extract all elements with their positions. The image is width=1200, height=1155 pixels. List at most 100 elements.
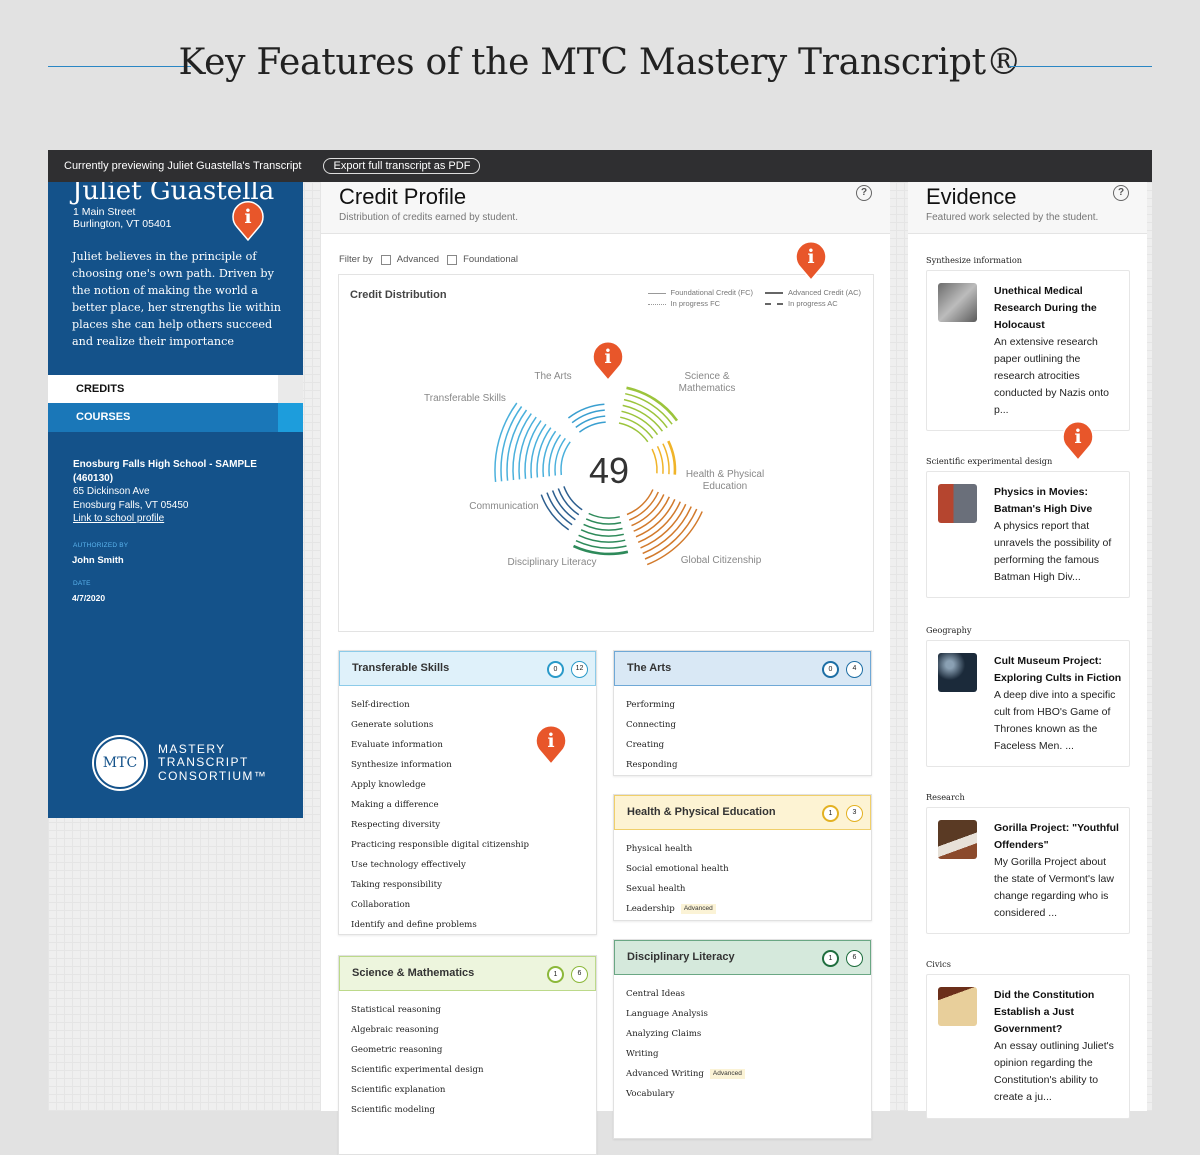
logo-line-2: TRANSCRIPT: [158, 755, 249, 770]
credit-card-items: Performing Connecting Creating Responding: [614, 686, 871, 779]
evidence-card[interactable]: Did the Constitution Establish a Just Go…: [926, 974, 1130, 1119]
info-pin-icon[interactable]: i: [1060, 418, 1096, 462]
competency-item[interactable]: Scientific experimental design: [351, 1060, 584, 1080]
school-code: (460130): [73, 472, 114, 484]
competency-item[interactable]: Connecting: [626, 715, 859, 735]
competency-item[interactable]: Scientific modeling: [351, 1100, 584, 1120]
mtc-logo-wordmark: MASTERY TRANSCRIPT CONSORTIUM™: [158, 741, 268, 784]
evidence-card[interactable]: Unethical Medical Research During the Ho…: [926, 270, 1130, 431]
info-pin-icon[interactable]: i: [533, 722, 569, 766]
competency-label: Connecting: [626, 720, 676, 730]
credit-card-items: Physical health Social emotional health Se…: [614, 830, 871, 923]
date-value: 4/7/2020: [72, 593, 106, 603]
evidence-card[interactable]: Physics in Movies: Batman's High Dive A …: [926, 471, 1130, 598]
legend-label: In progress AC: [788, 299, 838, 308]
help-icon[interactable]: ?: [856, 185, 872, 201]
credit-card-header[interactable]: Disciplinary Literacy 1 6: [614, 940, 871, 975]
competency-item[interactable]: Language Analysis: [626, 1004, 859, 1024]
filter-foundational-checkbox[interactable]: [447, 254, 458, 265]
competency-item[interactable]: Sexual health: [626, 879, 859, 899]
mtc-logo-mark: MTC: [94, 737, 146, 789]
preview-text: Currently previewing Juliet Guastella's …: [64, 160, 302, 172]
competency-label: Language Analysis: [626, 1009, 708, 1019]
help-icon[interactable]: ?: [1113, 185, 1129, 201]
competency-item[interactable]: Apply knowledge: [351, 775, 584, 795]
competency-item[interactable]: Physical health: [626, 839, 859, 859]
competency-item[interactable]: Central Ideas: [626, 984, 859, 1004]
credit-profile-panel: Credit Profile Distribution of credits e…: [321, 182, 890, 1155]
credit-card-header[interactable]: The Arts 0 4: [614, 651, 871, 686]
nav-tab-credits[interactable]: CREDITS: [48, 375, 278, 403]
credit-profile-title: Credit Profile: [339, 184, 467, 209]
credit-card-items: Central Ideas Language Analysis Analyzing …: [614, 975, 871, 1108]
segment-label: Communication: [469, 501, 538, 512]
competency-label: Geometric reasoning: [351, 1045, 443, 1055]
gavel-photo-icon: [938, 820, 977, 859]
student-bio: Juliet believes in the principle of choo…: [72, 250, 281, 348]
competency-item[interactable]: Practicing responsible digital citizensh…: [351, 835, 584, 855]
filter-advanced-checkbox[interactable]: [380, 254, 391, 265]
competency-label: Identify and define problems: [351, 920, 477, 930]
transcript-app: Currently previewing Juliet Guastella's …: [48, 150, 1152, 1155]
logo-line-3: CONSORTIUM™: [158, 768, 268, 783]
competency-item[interactable]: Writing: [626, 1044, 859, 1064]
competency-item[interactable]: Responding: [626, 755, 859, 775]
info-pin-icon[interactable]: i: [230, 198, 266, 242]
competency-item[interactable]: Advanced Writing Advanced: [626, 1064, 859, 1084]
foundational-credit-arc: [662, 443, 670, 475]
total-count-badge: 12: [571, 661, 588, 678]
filter-foundational-label: Foundational: [463, 254, 518, 265]
evidence-card[interactable]: Cult Museum Project: Exploring Cults in …: [926, 640, 1130, 767]
export-pdf-button[interactable]: Export full transcript as PDF: [323, 158, 481, 174]
credit-card-header[interactable]: Science & Mathematics 1 6: [339, 956, 596, 991]
segment-label: Mathematics: [679, 383, 736, 394]
competency-item[interactable]: Analyzing Claims: [626, 1024, 859, 1044]
competency-item[interactable]: Scientific explanation: [351, 1080, 584, 1100]
foundational-credit-arc: [578, 421, 606, 433]
foundational-credit-arc: [621, 410, 659, 436]
evidence-card[interactable]: Gorilla Project: "Youthful Offenders" My…: [926, 807, 1130, 934]
nav-tab-courses-indicator: [278, 403, 303, 432]
advanced-tag: Advanced: [709, 1069, 745, 1079]
competency-label: Vocabulary: [626, 1089, 675, 1099]
competency-item[interactable]: Use technology effectively: [351, 855, 584, 875]
credit-card-header[interactable]: Transferable Skills 0 12: [339, 651, 596, 686]
competency-label: Evaluate information: [351, 740, 443, 750]
evidence-section-label: Scientific experimental design: [926, 456, 1053, 466]
logo-line-1: MASTERY: [158, 741, 226, 756]
competency-label: Central Ideas: [626, 989, 685, 999]
competency-item[interactable]: Identify and define problems: [351, 915, 584, 935]
competency-item[interactable]: Self-direction: [351, 695, 584, 715]
info-pin-icon[interactable]: i: [590, 338, 626, 382]
advanced-count-badge: 1: [547, 966, 564, 983]
competency-item[interactable]: Geometric reasoning: [351, 1040, 584, 1060]
svg-text:i: i: [244, 206, 251, 228]
page-title: Key Features of the MTC Mastery Transcri…: [178, 42, 1022, 83]
info-pin-icon[interactable]: i: [793, 238, 829, 282]
chart-title: Credit Distribution: [350, 289, 447, 301]
foundational-credit-arc: [560, 441, 571, 476]
competency-item[interactable]: Collaboration: [351, 895, 584, 915]
competency-label: Apply knowledge: [351, 780, 426, 790]
competency-item[interactable]: Algebraic reasoning: [351, 1020, 584, 1040]
competency-item[interactable]: Social emotional health: [626, 859, 859, 879]
legend-label: Advanced Credit (AC): [788, 288, 861, 297]
competency-item[interactable]: Performing: [626, 695, 859, 715]
nav-tab-courses[interactable]: COURSES: [48, 403, 278, 432]
school-profile-link[interactable]: Link to school profile: [73, 513, 164, 524]
competency-item[interactable]: Taking responsibility: [351, 875, 584, 895]
competency-label: Analyzing Claims: [626, 1029, 702, 1039]
competency-item[interactable]: Respecting diversity: [351, 815, 584, 835]
competency-item[interactable]: Statistical reasoning: [351, 1000, 584, 1020]
school-address-line2: Enosburg Falls, VT 05450: [73, 499, 189, 511]
evidence-panel: Evidence Featured work selected by the s…: [908, 182, 1147, 1119]
credit-card-header[interactable]: Health & Physical Education 1 3: [614, 795, 871, 830]
competency-item[interactable]: Creating: [626, 735, 859, 755]
segment-label: Health & Physical: [686, 469, 764, 480]
competency-item[interactable]: Making a difference: [351, 795, 584, 815]
faces-photo-icon: [938, 653, 977, 692]
credit-card-title: Science & Mathematics: [352, 967, 475, 979]
competency-item[interactable]: Leadership Advanced: [626, 899, 859, 919]
competency-item[interactable]: Vocabulary: [626, 1084, 859, 1104]
legend-label: In progress FC: [670, 299, 721, 308]
